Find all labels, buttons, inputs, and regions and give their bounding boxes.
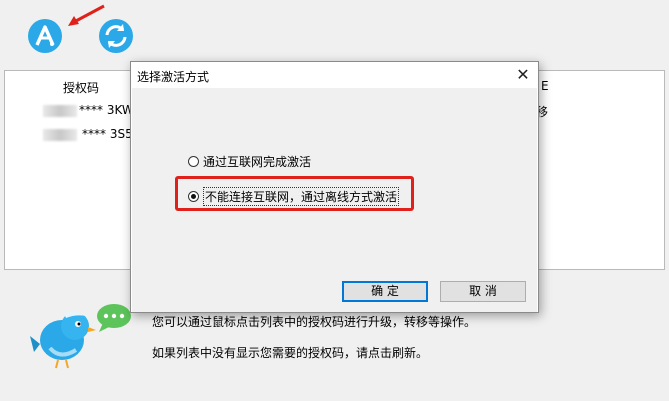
activate-icon[interactable] [27,18,63,54]
radio-online-label: 通过互联网完成激活 [203,155,312,169]
license-code: **** 3S5 [82,127,133,141]
radio-circle-icon[interactable] [188,156,199,167]
activation-method-dialog: 选择激活方式 ✕ 通过互联网完成激活 不能连接互联网，通过离线方式激活 确 定 … [130,61,539,313]
radio-online[interactable]: 通过互联网完成激活 [188,153,311,170]
dialog-titlebar[interactable]: 选择激活方式 ✕ [131,62,538,88]
dialog-title: 选择激活方式 [137,70,210,84]
close-icon[interactable]: ✕ [514,66,532,84]
redacted-block [43,129,77,141]
redacted-block [43,105,77,117]
column-header-partial: E [541,79,549,93]
column-header-license: 授权码 [63,81,100,95]
hint-line-1: 您可以通过鼠标点击列表中的授权码进行升级，转移等操作。 [152,315,477,329]
license-code: **** 3KW [79,103,134,117]
annotation-highlight-box [175,176,414,211]
ok-button[interactable]: 确 定 [342,281,428,302]
dialog-body: 通过互联网完成激活 不能连接互联网，通过离线方式激活 确 定 取 消 [132,88,537,312]
bird-mascot-icon [30,300,100,375]
chat-bubble-icon [95,303,133,336]
hint-line-2: 如果列表中没有显示您需要的授权码，请点击刷新。 [152,346,429,360]
annotation-arrow-icon [64,4,106,31]
toolbar [0,0,669,70]
cancel-button[interactable]: 取 消 [440,281,526,302]
